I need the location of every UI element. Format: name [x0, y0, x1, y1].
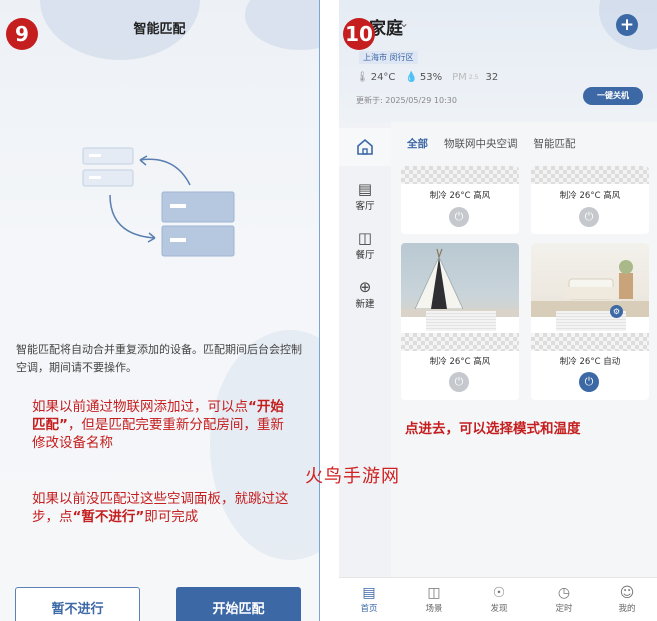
add-icon[interactable]: +	[616, 14, 638, 36]
step-badge: 9	[6, 18, 38, 50]
device-status: 制冷 26°C 高风	[559, 191, 621, 201]
device-status: 制冷 26°C 高风	[429, 357, 491, 367]
note-text: 如果以前通过物联网添加过，可以点	[32, 399, 248, 415]
humidity-value: 53%	[419, 72, 443, 83]
description-text: 智能匹配将自动合并重复添加的设备。匹配期间后台会控制空调，期间请不要操作。	[16, 343, 302, 374]
device-label-blur	[426, 311, 496, 331]
table-icon: ◫	[357, 229, 373, 247]
update-time: 更新于: 2025/05/29 10:30	[356, 96, 457, 105]
device-card[interactable]: ⚙ 制冷 26°C 自动 ⏻	[531, 243, 649, 400]
device-image-placeholder	[531, 333, 649, 351]
panel-divider	[319, 0, 339, 621]
nav-scenes[interactable]: ◫ 场景	[414, 584, 454, 614]
sidebar-item-dining-room[interactable]: ◫ 餐厅	[339, 229, 391, 261]
device-card[interactable]: 制冷 26°C 高风 ⏻	[401, 243, 519, 400]
note-text: 即可完成	[144, 509, 199, 525]
device-card[interactable]: 制冷 26°C 高风 ⏻	[531, 166, 649, 234]
sofa-icon: ▤	[357, 180, 373, 198]
clapper-icon: ◫	[427, 585, 441, 601]
power-off-all-button[interactable]: 一键关机	[583, 87, 643, 105]
device-image-placeholder	[531, 166, 649, 184]
home-grid-icon: ▤	[362, 585, 376, 601]
annotation-note: 如果以前通过物联网添加过，可以点“开始匹配”，但是匹配完要重新分配房间，重新修改…	[32, 398, 292, 452]
settings-icon[interactable]: ⚙	[610, 305, 623, 318]
annotation-note: 如果以前没匹配过这些空调面板，就跳过这步，点“暂不进行”即可完成	[32, 490, 292, 526]
tab-smart-matching[interactable]: 智能匹配	[534, 136, 576, 151]
pm-sub: 2.5	[468, 74, 479, 81]
matching-screen: 9 智能匹配 智能匹配将自动合并重复添加的设备。匹配期间后台会控制空调，期间请不…	[0, 0, 319, 621]
sidebar-item-new[interactable]: ⊕ 新建	[339, 278, 391, 310]
home-screen: 家庭 ⌄ + 上海市 闵行区 🌡 24°C 💧 53% PM 2.5 32 更新于: …	[339, 0, 657, 621]
annotation-note: 点进去，可以选择模式和温度	[405, 421, 581, 437]
watermark: 火鸟手游网	[305, 466, 400, 487]
power-icon[interactable]: ⏻	[449, 207, 469, 227]
sidebar-item-living-room[interactable]: ▤ 客厅	[339, 180, 391, 212]
pm-value: 32	[485, 72, 499, 83]
home-icon	[357, 138, 373, 155]
room-sidebar: ▤ 客厅 ◫ 餐厅 ⊕ 新建	[339, 122, 391, 577]
humidity: 💧 53%	[405, 72, 442, 83]
location-tag: 上海市 闵行区	[359, 51, 418, 64]
device-status: 制冷 26°C 高风	[429, 191, 491, 201]
nav-home[interactable]: ▤ 首页	[349, 584, 389, 614]
nav-timer[interactable]: ◷ 定时	[544, 584, 584, 614]
living-room-image	[531, 260, 649, 317]
note-emphasis: “暂不进行”	[72, 509, 145, 525]
nav-label: 我的	[618, 604, 636, 614]
device-card[interactable]: 制冷 26°C 高风 ⏻	[401, 166, 519, 234]
category-tabs: 全部 物联网中央空调 智能匹配	[391, 122, 657, 164]
weather-row: 🌡 24°C 💧 53% PM 2.5 32	[356, 72, 498, 83]
tent-image	[401, 248, 519, 317]
tab-all[interactable]: 全部	[407, 136, 428, 151]
droplet-icon: 💧	[405, 72, 418, 83]
device-image-placeholder	[401, 333, 519, 351]
nav-discover[interactable]: ☉ 发现	[479, 584, 519, 614]
start-matching-button[interactable]: 开始匹配	[176, 587, 301, 621]
sidebar-item-home[interactable]	[339, 128, 391, 166]
thermometer-icon: 🌡	[356, 72, 369, 83]
device-merge-illustration	[82, 147, 235, 257]
room-photo	[401, 243, 519, 317]
user-icon: ☺	[619, 585, 635, 601]
power-icon[interactable]: ⏻	[449, 372, 469, 392]
plus-circle-icon: ⊕	[358, 278, 372, 296]
step-badge: 10	[343, 18, 375, 50]
nav-label: 首页	[360, 604, 378, 614]
nav-label: 发现	[490, 604, 508, 614]
temperature: 🌡 24°C	[356, 72, 395, 83]
clock-icon: ◷	[557, 585, 571, 601]
room-photo	[531, 243, 649, 317]
power-icon[interactable]: ⏻	[579, 207, 599, 227]
temperature-value: 24°C	[370, 72, 396, 83]
home-header: 家庭 ⌄ + 上海市 闵行区 🌡 24°C 💧 53% PM 2.5 32 更新于: …	[339, 0, 657, 122]
room-label: 客厅	[355, 201, 375, 212]
note-text: ，但是匹配完要重新分配房间，重新修改设备名称	[32, 417, 284, 451]
device-status: 制冷 26°C 自动	[559, 357, 621, 367]
nav-label: 定时	[555, 604, 573, 614]
device-image-placeholder	[401, 166, 519, 184]
nav-profile[interactable]: ☺ 我的	[607, 584, 647, 614]
tab-iot-central-ac[interactable]: 物联网中央空调	[444, 136, 518, 151]
pm25: PM 2.5 32	[452, 72, 498, 83]
compass-icon: ☉	[492, 585, 506, 601]
bottom-nav: ▤ 首页 ◫ 场景 ☉ 发现 ◷ 定时 ☺ 我的	[339, 577, 657, 621]
room-label: 餐厅	[355, 250, 375, 261]
nav-label: 场景	[425, 604, 443, 614]
chevron-down-icon[interactable]: ⌄	[399, 16, 409, 30]
room-label: 新建	[355, 299, 375, 310]
power-icon[interactable]: ⏻	[579, 372, 599, 392]
page-title: 智能匹配	[133, 22, 186, 37]
pm-label: PM	[452, 72, 467, 83]
skip-button[interactable]: 暂不进行	[15, 587, 140, 621]
